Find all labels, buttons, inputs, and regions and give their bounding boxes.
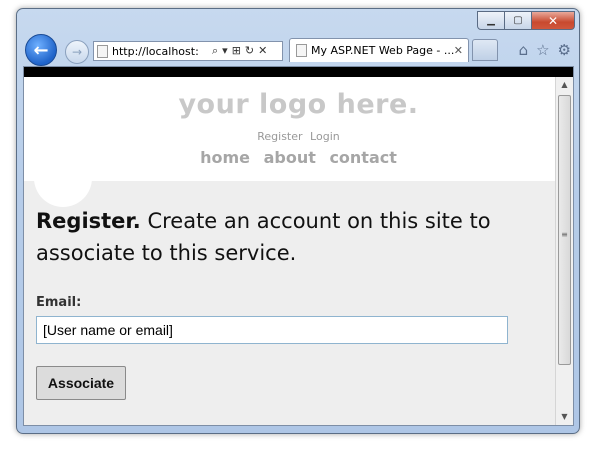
back-arrow-icon: ←	[33, 39, 49, 61]
menu-contact[interactable]: contact	[329, 148, 396, 167]
page-icon	[97, 44, 108, 58]
menu-about[interactable]: about	[264, 148, 316, 167]
back-button[interactable]: ←	[25, 34, 57, 66]
toolbar-icons: ⌂ ☆ ⚙	[519, 41, 571, 59]
settings-gear-icon[interactable]: ⚙	[558, 41, 571, 59]
search-icon[interactable]: ⌕	[212, 44, 218, 58]
email-field[interactable]	[36, 316, 508, 344]
login-links: Register Login	[24, 130, 573, 143]
site-logo[interactable]: your logo here.	[24, 77, 573, 120]
minimize-button[interactable]: ▁	[477, 11, 505, 30]
page-title: Register.	[36, 209, 141, 233]
maximize-button[interactable]: ▢	[505, 11, 532, 30]
browser-tab[interactable]: My ASP.NET Web Page - ... ✕	[289, 38, 469, 62]
tab-close-icon[interactable]: ✕	[454, 44, 463, 57]
forward-button[interactable]: →	[65, 40, 89, 64]
site-header: your logo here. Register Login home abou…	[24, 77, 573, 207]
tab-title: My ASP.NET Web Page - ...	[311, 44, 454, 57]
vertical-scrollbar[interactable]: ▲ ≡ ▼	[555, 77, 573, 425]
compatibility-icon[interactable]: ⊞	[232, 44, 241, 58]
browser-window: ▁ ▢ ✕ ← → http://localhost: ⌕ ▾ ⊞ ↻ ✕ My…	[16, 8, 580, 434]
window-controls: ▁ ▢ ✕	[477, 11, 575, 30]
email-label: Email:	[36, 295, 82, 310]
new-tab-button[interactable]	[472, 39, 498, 61]
forward-arrow-icon: →	[71, 45, 83, 59]
favorites-icon[interactable]: ☆	[536, 41, 549, 59]
scroll-up-icon[interactable]: ▲	[556, 77, 573, 93]
scroll-thumb[interactable]: ≡	[558, 95, 571, 365]
main-menu: home about contact	[24, 148, 573, 167]
page-intro: Register. Create an account on this site…	[36, 205, 506, 269]
address-bar[interactable]: http://localhost: ⌕ ▾ ⊞ ↻ ✕	[93, 41, 283, 61]
menu-home[interactable]: home	[200, 148, 250, 167]
scroll-down-icon[interactable]: ▼	[556, 409, 573, 425]
associate-button[interactable]: Associate	[36, 366, 126, 400]
dropdown-icon[interactable]: ▾	[222, 44, 228, 58]
login-link[interactable]: Login	[310, 130, 340, 143]
close-button[interactable]: ✕	[532, 11, 575, 30]
address-actions: ⌕ ▾ ⊞ ↻ ✕	[212, 44, 267, 58]
stop-icon[interactable]: ✕	[258, 44, 267, 58]
page-viewport: your logo here. Register Login home abou…	[23, 66, 574, 426]
refresh-icon[interactable]: ↻	[245, 44, 254, 58]
page-top-bar	[24, 67, 573, 77]
address-text[interactable]: http://localhost:	[112, 45, 208, 58]
home-icon[interactable]: ⌂	[519, 41, 529, 59]
main-content: Register. Create an account on this site…	[24, 181, 573, 400]
register-link[interactable]: Register	[257, 130, 302, 143]
tab-page-icon	[296, 44, 307, 57]
grip-icon: ≡	[561, 230, 568, 239]
